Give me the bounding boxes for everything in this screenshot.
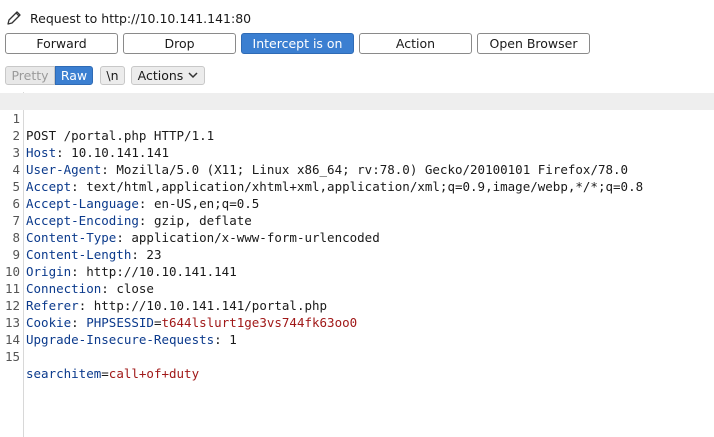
header-line: 11 Referer: http://10.10.141.141/portal.… [4,281,328,313]
header-line: 5 Accept-Language: en-US,en;q=0.5 [12,179,260,211]
actions-menu[interactable]: Actions [131,66,205,85]
pencil-icon [7,11,21,25]
tab-raw[interactable]: Raw [55,66,93,85]
intercept-toggle-button[interactable]: Intercept is on [241,33,354,54]
body-line: 15 searchitem=call+of+duty [4,349,200,381]
view-tabs: Pretty Raw \n Actions [5,66,211,85]
intercept-toolbar: Forward Drop Intercept is on Action Open… [5,33,595,54]
window-title: Request to http://10.10.141.141:80 [30,10,252,26]
header-line: 7 Content-Type: application/x-www-form-u… [12,213,380,245]
tab-pretty[interactable]: Pretty [5,66,55,85]
cookie-line: 12 Cookie: PHPSESSID=t644lslurt1ge3vs744… [4,298,358,330]
title-bar: Request to http://10.10.141.141:80 [6,8,251,28]
request-editor[interactable]: 1 POST /portal.php HTTP/1.1 2 Host: 10.1… [0,92,714,437]
header-line: 8 Content-Length: 23 [12,230,162,262]
request-line: 1 POST /portal.php HTTP/1.1 [0,93,714,143]
body-param-value: call+of+duty [108,366,200,381]
header-line: 4 Accept: text/html,application/xhtml+xm… [12,162,644,194]
newline-toggle[interactable]: \n [100,66,125,85]
header-line: 9 Origin: http://10.10.141.141 [12,247,237,279]
drop-button[interactable]: Drop [123,33,236,54]
header-line: 10 Connection: close [4,264,154,296]
actions-label: Actions [137,68,184,83]
header-line: 6 Accept-Encoding: gzip, deflate [12,196,252,228]
header-line: 2 Host: 10.10.141.141 [12,128,170,160]
header-line: 3 User-Agent: Mozilla/5.0 (X11; Linux x8… [12,145,629,177]
body-param-name: searchitem [26,366,102,381]
chevron-down-icon [188,72,198,79]
open-browser-button[interactable]: Open Browser [477,33,590,54]
forward-button[interactable]: Forward [5,33,118,54]
action-button[interactable]: Action [359,33,472,54]
blank-line: 14 [4,332,20,347]
header-line: 13 Upgrade-Insecure-Requests: 1 [4,315,237,347]
